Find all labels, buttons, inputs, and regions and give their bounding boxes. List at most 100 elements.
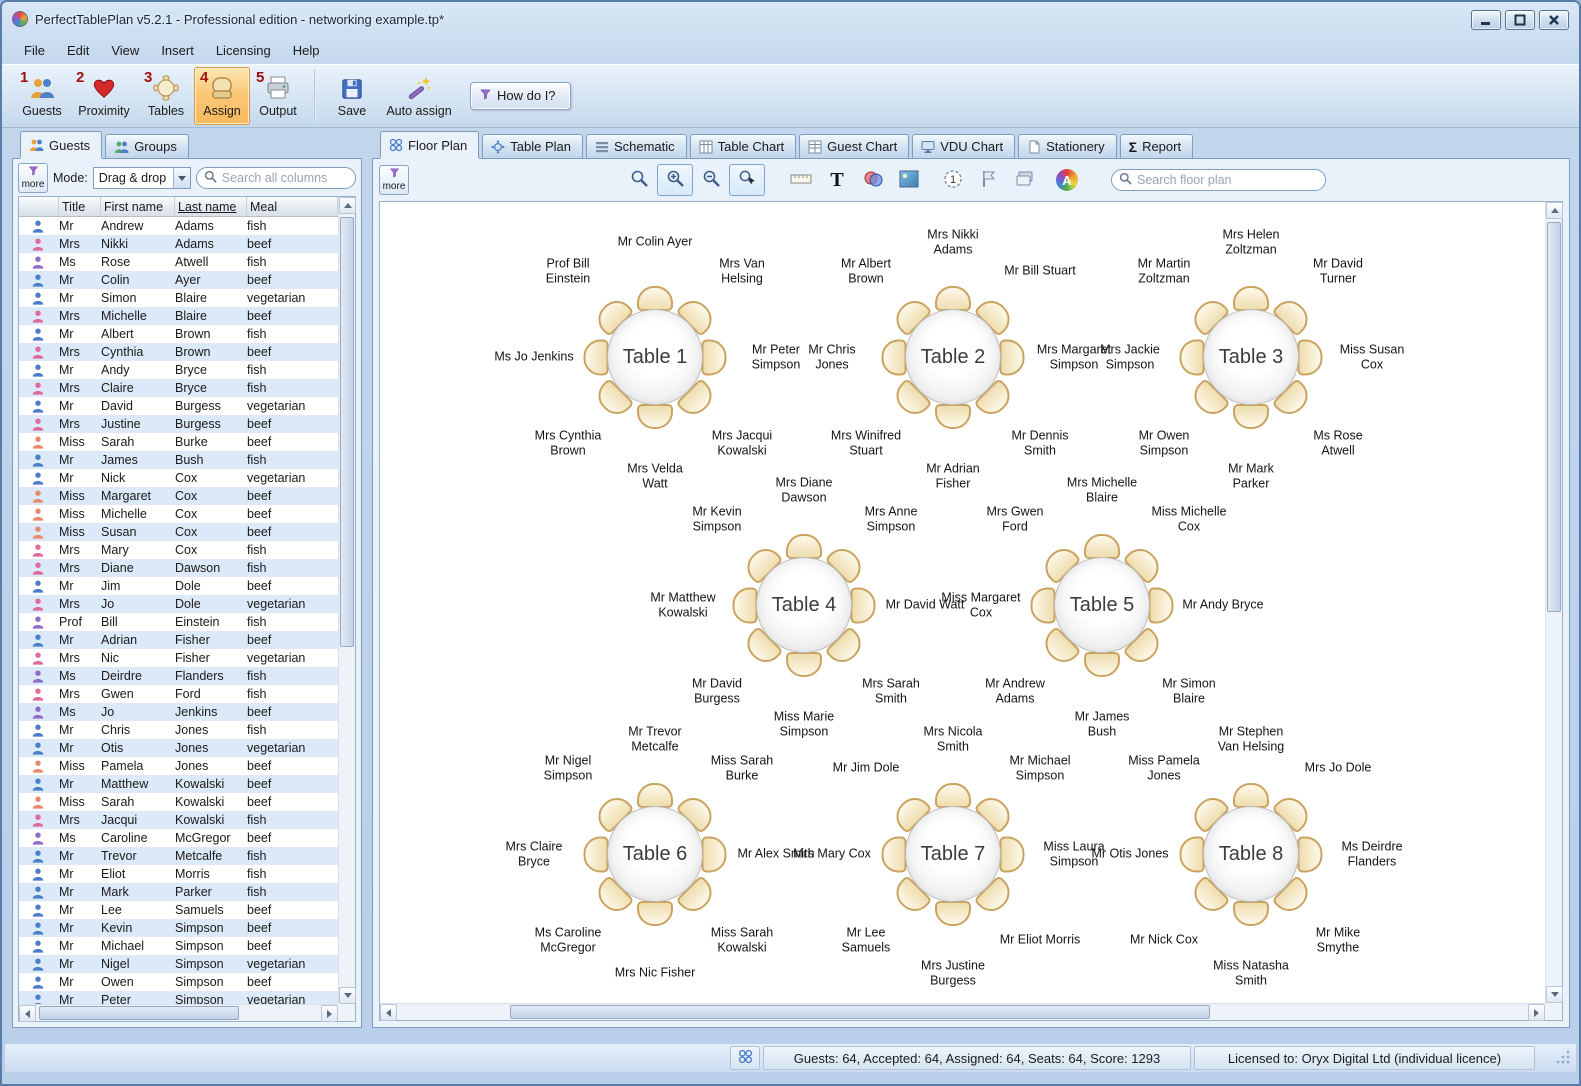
seat-guest-name[interactable]: Miss Pamela Jones: [1123, 753, 1205, 783]
table-circle[interactable]: Table 6: [607, 806, 703, 902]
seat-guest-name[interactable]: Mrs Mary Cox: [791, 847, 873, 862]
guest-row[interactable]: MsCarolineMcGregorbeef: [19, 829, 338, 847]
guest-row[interactable]: MissPamelaJonesbeef: [19, 757, 338, 775]
seat-guest-name[interactable]: Mrs Helen Zoltzman: [1210, 227, 1292, 257]
colour-scheme-button[interactable]: A: [1049, 164, 1085, 196]
seat-guest-name[interactable]: Ms Rose Atwell: [1297, 428, 1379, 458]
guest-row[interactable]: MrJimDolebeef: [19, 577, 338, 595]
seat-guest-name[interactable]: Mr Otis Jones: [1089, 847, 1171, 862]
seat-guest-name[interactable]: Mrs Cynthia Brown: [527, 428, 609, 458]
guest-row[interactable]: MrOwenSimpsonbeef: [19, 973, 338, 991]
tab-floor-plan[interactable]: Floor Plan: [380, 131, 479, 158]
seat-right[interactable]: [1298, 836, 1323, 872]
seat-top[interactable]: [786, 534, 822, 559]
seat-left[interactable]: [1180, 339, 1205, 375]
tab-guest-chart[interactable]: Guest Chart: [799, 134, 909, 158]
seat-guest-name[interactable]: Mr Martin Zoltzman: [1123, 256, 1205, 286]
step-guests-button[interactable]: 1 Guests: [14, 67, 70, 125]
seat-guest-name[interactable]: Mrs Jackie Simpson: [1089, 342, 1171, 372]
guest-row[interactable]: MissMargaretCoxbeef: [19, 487, 338, 505]
table-circle[interactable]: Table 5: [1054, 557, 1150, 653]
guest-row[interactable]: MissMichelleCoxbeef: [19, 505, 338, 523]
guest-row[interactable]: MrsCynthiaBrownbeef: [19, 343, 338, 361]
seat-bottom[interactable]: [935, 901, 971, 926]
canvas-horizontal-scrollbar[interactable]: [380, 1003, 1545, 1020]
table-circle[interactable]: Table 4: [756, 557, 852, 653]
layers-tool-button[interactable]: [1007, 164, 1043, 196]
shape-tool-button[interactable]: [855, 164, 891, 196]
seat-guest-name[interactable]: Mr Eliot Morris: [999, 933, 1081, 948]
guest-row[interactable]: MrsJoDolevegetarian: [19, 595, 338, 613]
seat-guest-name[interactable]: Mr Stephen Van Helsing: [1210, 724, 1292, 754]
seat-guest-name[interactable]: Mrs Nicola Smith: [912, 724, 994, 754]
seat-guest-name[interactable]: Miss Michelle Cox: [1148, 504, 1230, 534]
step-proximity-button[interactable]: 2 Proximity: [70, 67, 138, 125]
guest-row[interactable]: MrMatthewKowalskibeef: [19, 775, 338, 793]
seat-top[interactable]: [1233, 783, 1269, 808]
guest-row[interactable]: MissSusanCoxbeef: [19, 523, 338, 541]
guest-row[interactable]: MrDavidBurgessvegetarian: [19, 397, 338, 415]
step-tables-button[interactable]: 3 Tables: [138, 67, 194, 125]
guest-row[interactable]: MrAndyBrycefish: [19, 361, 338, 379]
seat-guest-name[interactable]: Mrs Michelle Blaire: [1061, 475, 1143, 505]
menu-edit[interactable]: Edit: [57, 39, 99, 62]
mode-dropdown[interactable]: Drag & drop: [93, 167, 191, 189]
text-tool-button[interactable]: T: [819, 164, 855, 196]
scroll-left-button[interactable]: [19, 1005, 36, 1022]
seat-bottom[interactable]: [786, 652, 822, 677]
how-do-i-button[interactable]: How do I?: [470, 82, 571, 110]
column-header-last-name[interactable]: Last name: [175, 197, 247, 216]
column-header-icon[interactable]: [19, 197, 59, 216]
seat-guest-name[interactable]: Mrs Sarah Smith: [850, 676, 932, 706]
guest-search-input[interactable]: [222, 171, 348, 185]
seat-guest-name[interactable]: Mr Simon Blaire: [1148, 676, 1230, 706]
menu-view[interactable]: View: [101, 39, 149, 62]
guest-row[interactable]: MrMarkParkerfish: [19, 883, 338, 901]
column-header-meal[interactable]: Meal: [247, 197, 338, 216]
guest-row[interactable]: MrsNikkiAdamsbeef: [19, 235, 338, 253]
guest-row[interactable]: MrKevinSimpsonbeef: [19, 919, 338, 937]
seat-guest-name[interactable]: Mrs Anne Simpson: [850, 504, 932, 534]
guest-row[interactable]: MrNigelSimpsonvegetarian: [19, 955, 338, 973]
guest-row[interactable]: MrsGwenFordfish: [19, 685, 338, 703]
step-output-button[interactable]: 5 Output: [250, 67, 306, 125]
guest-row[interactable]: MrAlbertBrownfish: [19, 325, 338, 343]
image-tool-button[interactable]: [891, 164, 927, 196]
tab-table-plan[interactable]: Table Plan: [482, 134, 583, 158]
seat-guest-name[interactable]: Mr Andrew Adams: [974, 676, 1056, 706]
seat-guest-name[interactable]: Ms Caroline McGregor: [527, 925, 609, 955]
guest-row[interactable]: MrEliotMorrisfish: [19, 865, 338, 883]
seat-bottom[interactable]: [1084, 652, 1120, 677]
seat-right[interactable]: [702, 339, 727, 375]
seat-guest-name[interactable]: Mr Nick Cox: [1123, 933, 1205, 948]
seat-top[interactable]: [637, 286, 673, 311]
seat-guest-name[interactable]: Mr Lee Samuels: [825, 925, 907, 955]
seat-guest-name[interactable]: Mr Albert Brown: [825, 256, 907, 286]
table-circle[interactable]: Table 2: [905, 309, 1001, 405]
scroll-up-button[interactable]: [339, 197, 356, 214]
table-circle[interactable]: Table 7: [905, 806, 1001, 902]
scrollbar-thumb[interactable]: [1547, 222, 1561, 612]
seat-top[interactable]: [935, 783, 971, 808]
seat-guest-name[interactable]: Mr Adrian Fisher: [912, 461, 994, 491]
seat-guest-name[interactable]: Mr James Bush: [1061, 709, 1143, 739]
auto-assign-button[interactable]: Auto assign: [380, 67, 458, 125]
seat-guest-name[interactable]: Mr Owen Simpson: [1123, 428, 1205, 458]
scroll-down-button[interactable]: [1546, 986, 1563, 1003]
seat-guest-name[interactable]: Mrs Gwen Ford: [974, 504, 1056, 534]
guest-row[interactable]: MissSarahBurkebeef: [19, 433, 338, 451]
seat-left[interactable]: [584, 836, 609, 872]
seat-guest-name[interactable]: Ms Jo Jenkins: [493, 350, 575, 365]
zoom-select-button[interactable]: [729, 164, 765, 196]
seat-top[interactable]: [935, 286, 971, 311]
seat-left[interactable]: [733, 587, 758, 623]
scroll-down-button[interactable]: [339, 987, 356, 1004]
seat-top[interactable]: [637, 783, 673, 808]
guest-row[interactable]: MrColinAyerbeef: [19, 271, 338, 289]
seat-top[interactable]: [1233, 286, 1269, 311]
seat-guest-name[interactable]: Mr Chris Jones: [791, 342, 873, 372]
tab-vdu-chart[interactable]: VDU Chart: [912, 134, 1015, 158]
guest-row[interactable]: MrsMaryCoxfish: [19, 541, 338, 559]
scrollbar-thumb[interactable]: [340, 217, 354, 647]
guest-list-horizontal-scrollbar[interactable]: [19, 1004, 338, 1021]
